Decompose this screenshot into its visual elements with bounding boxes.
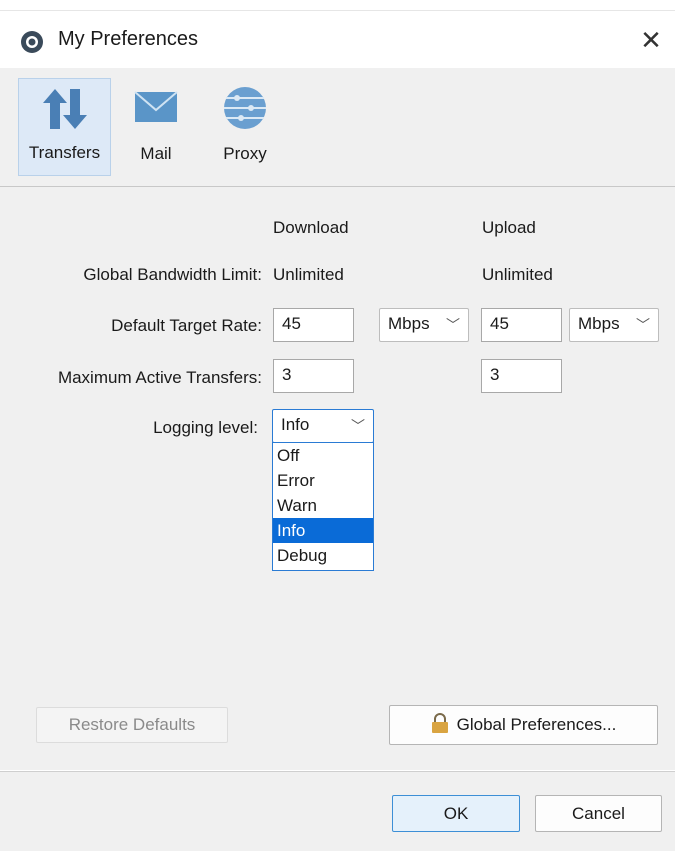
bandwidth-download-value: Unlimited xyxy=(273,265,344,284)
logging-level-dropdown-list: Off Error Warn Info Debug xyxy=(272,442,374,571)
target-rate-download-input[interactable]: 45 xyxy=(273,308,354,342)
chevron-down-icon: ﹀ xyxy=(636,317,650,333)
logging-level-label: Logging level: xyxy=(153,418,258,437)
tab-proxy[interactable]: Proxy xyxy=(210,78,280,176)
ok-button[interactable]: OK xyxy=(392,795,520,832)
target-rate-upload-input[interactable]: 45 xyxy=(481,308,562,342)
proxy-globe-icon xyxy=(224,87,266,129)
max-active-transfers-label: Maximum Active Transfers: xyxy=(57,368,262,387)
logging-option-debug[interactable]: Debug xyxy=(273,543,373,568)
tab-transfers-label: Transfers xyxy=(28,143,101,162)
logging-level-select[interactable]: Info ﹀ xyxy=(272,409,374,443)
target-rate-upload-unit-select[interactable]: Mbps ﹀ xyxy=(569,308,659,342)
tab-mail[interactable]: Mail xyxy=(124,78,188,176)
target-rate-label: Default Target Rate: xyxy=(111,316,262,335)
logging-level-value: Info xyxy=(281,415,310,434)
close-button[interactable]: ✕ xyxy=(634,23,668,57)
cancel-button[interactable]: Cancel xyxy=(535,795,662,832)
restore-defaults-button[interactable]: Restore Defaults xyxy=(36,707,228,743)
target-rate-download-unit-value: Mbps xyxy=(388,314,430,333)
max-active-upload-input[interactable]: 3 xyxy=(481,359,562,393)
upload-column-header: Upload xyxy=(482,218,536,237)
bandwidth-upload-value: Unlimited xyxy=(482,265,553,284)
target-rate-upload-unit-value: Mbps xyxy=(578,314,620,333)
logging-option-off[interactable]: Off xyxy=(273,443,373,468)
logging-option-error[interactable]: Error xyxy=(273,468,373,493)
global-preferences-label: Global Preferences... xyxy=(456,715,617,734)
logging-option-info[interactable]: Info xyxy=(273,518,373,543)
chevron-down-icon: ﹀ xyxy=(446,317,460,333)
tab-mail-label: Mail xyxy=(140,144,172,163)
bandwidth-limit-label: Global Bandwidth Limit: xyxy=(83,265,262,284)
tab-transfers[interactable]: Transfers xyxy=(18,78,111,176)
window-title: My Preferences xyxy=(58,28,199,50)
tab-proxy-label: Proxy xyxy=(223,144,267,163)
transfers-arrows-icon xyxy=(42,89,87,129)
chevron-down-icon: ﹀ xyxy=(351,418,365,434)
app-logo-icon xyxy=(21,31,43,53)
lock-icon xyxy=(431,713,448,733)
download-column-header: Download xyxy=(273,218,349,237)
logging-option-warn[interactable]: Warn xyxy=(273,493,373,518)
title-bar: My Preferences ✕ xyxy=(0,10,675,69)
mail-envelope-icon xyxy=(134,91,178,122)
max-active-download-input[interactable]: 3 xyxy=(273,359,354,393)
target-rate-download-unit-select[interactable]: Mbps ﹀ xyxy=(379,308,469,342)
preferences-toolbar: Transfers Mail Proxy xyxy=(0,68,675,187)
global-preferences-button[interactable]: Global Preferences... xyxy=(389,705,658,745)
